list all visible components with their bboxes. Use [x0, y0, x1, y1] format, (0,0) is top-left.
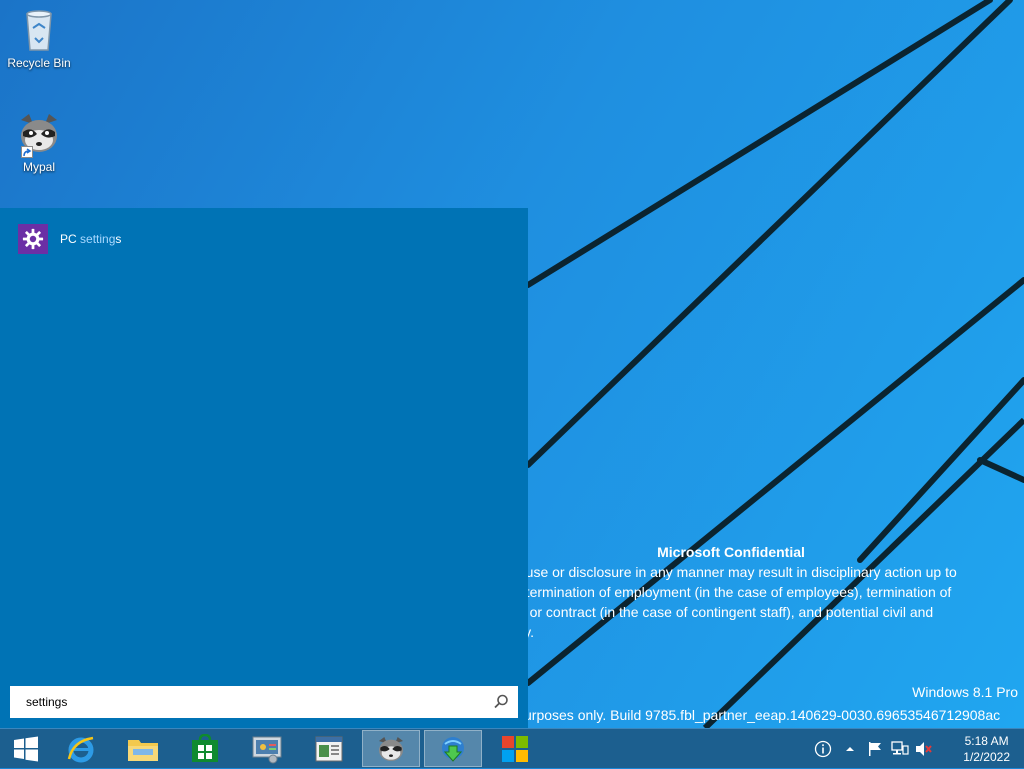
taskbar-mypal[interactable] [362, 730, 420, 767]
taskbar-clock[interactable]: 5:18 AM 1/2/2022 [963, 733, 1010, 765]
result-tile [18, 224, 48, 254]
gear-icon [22, 228, 44, 250]
file-explorer-icon [128, 739, 158, 761]
info-icon[interactable] [814, 740, 832, 758]
watermark-line: nt or contract (in the case of contingen… [528, 604, 934, 620]
search-icon[interactable] [492, 693, 510, 711]
taskbar-store[interactable] [176, 730, 234, 767]
taskbar-download-manager[interactable] [424, 730, 482, 767]
download-manager-icon [442, 736, 464, 762]
result-label-match: setting [80, 232, 116, 246]
taskbar-window-app[interactable] [300, 730, 358, 767]
speaker-muted-icon[interactable] [915, 740, 933, 758]
window-app-icon [315, 736, 343, 761]
search-box [10, 686, 518, 718]
confidential-watermark: Microsoft Confidential d use or disclosu… [528, 542, 1024, 650]
desktop: Recycle Bin Mypal Microsoft Confidential [0, 0, 1024, 728]
result-label: PC settings [60, 232, 121, 246]
mypal-raccoon-icon [15, 110, 63, 158]
network-icon[interactable] [891, 740, 909, 758]
internet-explorer-icon [67, 736, 94, 762]
mypal-raccoon-icon [379, 736, 403, 761]
chevron-up-icon[interactable] [841, 740, 859, 758]
watermark-line: d use or disclosure in any manner may re… [528, 564, 957, 580]
start-button[interactable] [0, 729, 52, 769]
watermark-line: lity. [528, 624, 534, 640]
action-center-flag-icon[interactable] [866, 740, 884, 758]
build-string: urposes only. Build 9785.fbl_partner_eea… [528, 707, 1024, 723]
control-panel-icon [252, 736, 282, 763]
shortcut-arrow-icon [21, 146, 33, 158]
build-text: urposes only. Build 9785.fbl_partner_eea… [528, 707, 1001, 723]
windows-logo-icon [14, 736, 38, 762]
clock-time: 5:18 AM [964, 734, 1009, 748]
watermark-title: Microsoft Confidential [657, 544, 805, 560]
search-result-pc-settings[interactable]: PC settings [12, 224, 129, 254]
watermark-line: g termination of employment (in the case… [528, 584, 952, 600]
os-edition: Windows 8.1 Pro [912, 684, 1018, 700]
desktop-icon-mypal[interactable]: Mypal [2, 110, 76, 174]
search-input[interactable] [20, 691, 492, 713]
desktop-icon-label: Recycle Bin [7, 56, 71, 70]
taskbar-file-explorer[interactable] [114, 730, 172, 767]
desktop-icon-recycle-bin[interactable]: Recycle Bin [2, 6, 76, 70]
result-label-suffix: s [115, 232, 122, 246]
desktop-icon-label: Mypal [22, 160, 55, 174]
recycle-bin-icon [15, 6, 63, 54]
taskbar-internet-explorer[interactable] [52, 730, 110, 767]
system-tray: 5:18 AM 1/2/2022 [804, 729, 1024, 769]
result-label-prefix: PC [60, 232, 81, 246]
taskbar: 5:18 AM 1/2/2022 [0, 728, 1024, 768]
colored-tiles-icon [502, 735, 528, 762]
search-panel: PC settings [0, 208, 528, 728]
taskbar-colored-tiles[interactable] [486, 730, 544, 767]
taskbar-control-panel[interactable] [238, 730, 296, 767]
clock-date: 1/2/2022 [963, 750, 1010, 764]
store-icon [192, 733, 218, 762]
